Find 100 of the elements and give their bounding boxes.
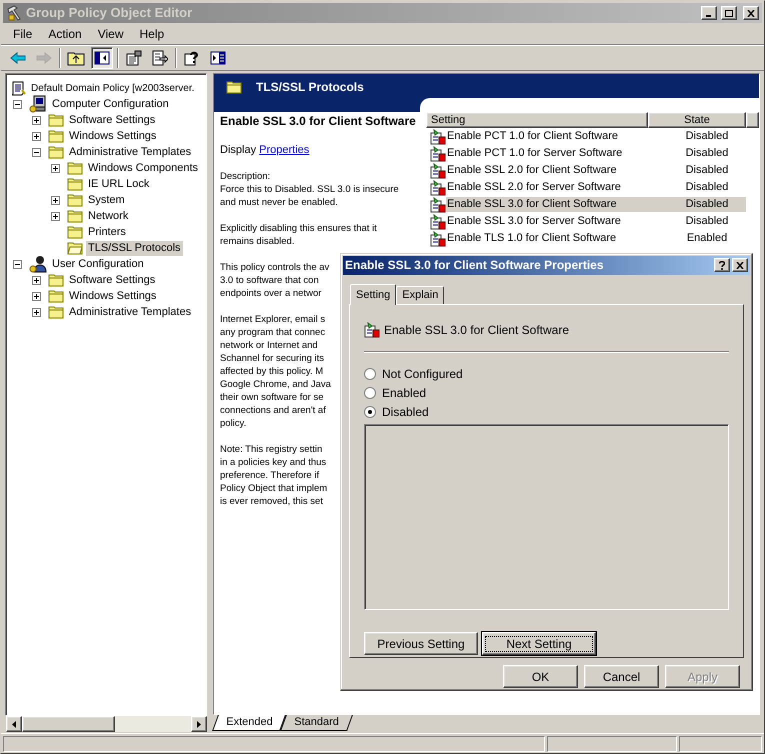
menu-item[interactable]: File	[7, 24, 38, 42]
tree-item[interactable]: Windows Settings	[67, 128, 158, 144]
open-folder-icon	[67, 241, 83, 255]
policy-setting-icon	[430, 230, 446, 246]
setting-state: Disabled	[684, 180, 730, 196]
list-row[interactable]: Enable SSL 3.0 for Client Software Disabled	[446, 197, 746, 212]
tree-item[interactable]: Software Settings	[67, 272, 158, 288]
view-tab[interactable]: Extended	[212, 715, 286, 731]
policy-setting-icon	[430, 128, 446, 144]
horizontal-scrollbar[interactable]	[5, 716, 207, 733]
question-mark-icon	[719, 260, 725, 270]
dialog-button[interactable]: Cancel	[584, 665, 659, 688]
tree-item[interactable]: Administrative Templates	[67, 144, 194, 160]
option-label[interactable]: Not Configured	[382, 364, 463, 383]
setting-state: Disabled	[684, 163, 730, 178]
maximize-button[interactable]	[721, 6, 737, 20]
menu-item[interactable]: View	[92, 24, 130, 42]
list-row[interactable]: Enable PCT 1.0 for Client Software Disabled	[446, 129, 746, 144]
list-row[interactable]: Enable SSL 3.0 for Server Software Disabled	[446, 214, 746, 229]
radio-button[interactable]	[364, 368, 376, 380]
computer-icon	[29, 95, 47, 113]
setting-state: Disabled	[684, 214, 730, 230]
setting-title: Enable SSL 3.0 for Client Software	[220, 115, 417, 128]
list-row[interactable]: Enable SSL 2.0 for Server Software Disabled	[446, 180, 746, 195]
policy-name: Enable SSL 3.0 for Client Software	[384, 322, 569, 340]
option-label[interactable]: Enabled	[382, 384, 426, 402]
expand-icon[interactable]	[32, 276, 41, 284]
display-label: Display	[220, 144, 258, 156]
tree-item[interactable]: System	[86, 192, 127, 208]
close-button[interactable]	[732, 258, 748, 272]
description-text: Note: This registry settin in a policies key and thus preference. Therefore if Policy Object that implem is ever removed, this set	[220, 443, 328, 508]
setting-name: Enable SSL 2.0 for Server Software	[446, 180, 622, 196]
menu-item[interactable]: Action	[42, 24, 88, 42]
minimize-button[interactable]	[701, 6, 717, 20]
tree-item[interactable]: Windows Settings	[67, 288, 158, 304]
setting-name: Enable PCT 1.0 for Server Software	[446, 146, 624, 162]
close-button[interactable]	[743, 6, 759, 20]
tree-item[interactable]: Administrative Templates	[67, 304, 194, 320]
column-header[interactable]: State	[648, 112, 746, 128]
expand-icon[interactable]	[32, 292, 41, 300]
menu-item[interactable]: Help	[134, 24, 170, 42]
nav-button[interactable]: Next Setting	[482, 632, 596, 656]
expand-icon[interactable]	[32, 132, 41, 140]
tree-item[interactable]: Windows Components	[86, 160, 200, 176]
tree-item[interactable]: Computer Configuration	[50, 96, 171, 112]
folder-icon	[67, 225, 83, 239]
setting-name: Enable PCT 1.0 for Client Software	[446, 129, 619, 144]
description-text: This policy controls the av 3.0 to software that con endpoints over a networ	[220, 261, 330, 300]
radio-button[interactable]	[364, 386, 376, 399]
tree-item[interactable]: Default Domain Policy [w2003server.	[29, 80, 196, 96]
dialog-button[interactable]: OK	[503, 665, 578, 688]
expand-icon[interactable]	[51, 164, 60, 172]
policy-setting-icon	[430, 196, 446, 212]
expand-icon[interactable]	[32, 308, 41, 316]
dialog-tab[interactable]: Explain	[396, 286, 444, 304]
list-row[interactable]: Enable TLS 1.0 for Client Software Enabled	[446, 231, 746, 246]
help-button[interactable]	[714, 258, 730, 272]
description-text: Internet Explorer, email s any program that connec network or Internet and Schannel for securing its affected by this policy. M Google Chrome, and Java their own software for se connections and aren't af policy.	[220, 313, 331, 430]
option-label[interactable]: Disabled	[382, 402, 429, 421]
collapse-icon[interactable]	[13, 260, 22, 268]
nav-button[interactable]: Previous Setting	[364, 632, 478, 656]
panel-icon	[210, 50, 226, 66]
toolbar-button[interactable]	[91, 47, 113, 69]
right-arrow-icon	[197, 720, 201, 728]
folder-icon	[48, 129, 64, 143]
folder-up-icon	[67, 50, 85, 66]
back-arrow-icon	[10, 50, 26, 66]
view-tab[interactable]: Standard	[280, 715, 354, 731]
list-row[interactable]: Enable PCT 1.0 for Server Software Disabled	[446, 146, 746, 161]
tree-item[interactable]: Printers	[86, 224, 128, 240]
description-text: Description: Force this to Disabled. SSL 3.0 is insecure and must never be enabled.	[220, 170, 399, 209]
setting-state: Disabled	[684, 197, 730, 212]
left-arrow-icon	[12, 720, 16, 728]
expand-icon[interactable]	[51, 212, 60, 220]
folder-icon	[67, 209, 83, 223]
policy-setting-icon	[430, 180, 446, 196]
window-title: Group Policy Object Editor	[26, 4, 194, 22]
column-header[interactable]: Setting	[426, 112, 648, 128]
setting-name: Enable SSL 3.0 for Client Software	[446, 197, 618, 212]
list-row[interactable]: Enable SSL 2.0 for Client Software Disabled	[446, 163, 746, 178]
properties-link[interactable]: Properties	[259, 144, 310, 156]
tree-item[interactable]: User Configuration	[50, 256, 146, 272]
folder-icon	[48, 113, 64, 127]
policy-setting-icon	[430, 162, 446, 178]
tree-item[interactable]: Software Settings	[67, 112, 158, 128]
scroll-thumb[interactable]	[22, 716, 115, 732]
folder-icon	[48, 289, 64, 303]
forward-arrow-icon	[36, 50, 52, 66]
radio-button[interactable]	[364, 406, 376, 418]
collapse-icon[interactable]	[32, 148, 41, 156]
dialog-tab[interactable]: Setting	[350, 284, 396, 306]
tree-item[interactable]: Network	[86, 208, 130, 224]
tree-item[interactable]: IE URL Lock	[86, 176, 152, 192]
expand-icon[interactable]	[51, 196, 60, 204]
policy-setting-icon	[430, 146, 446, 162]
export-list-icon	[152, 50, 168, 66]
expand-icon[interactable]	[32, 116, 41, 124]
tree-pane-icon	[94, 50, 110, 66]
collapse-icon[interactable]	[13, 100, 22, 108]
tree-item[interactable]: TLS/SSL Protocols	[86, 240, 183, 256]
